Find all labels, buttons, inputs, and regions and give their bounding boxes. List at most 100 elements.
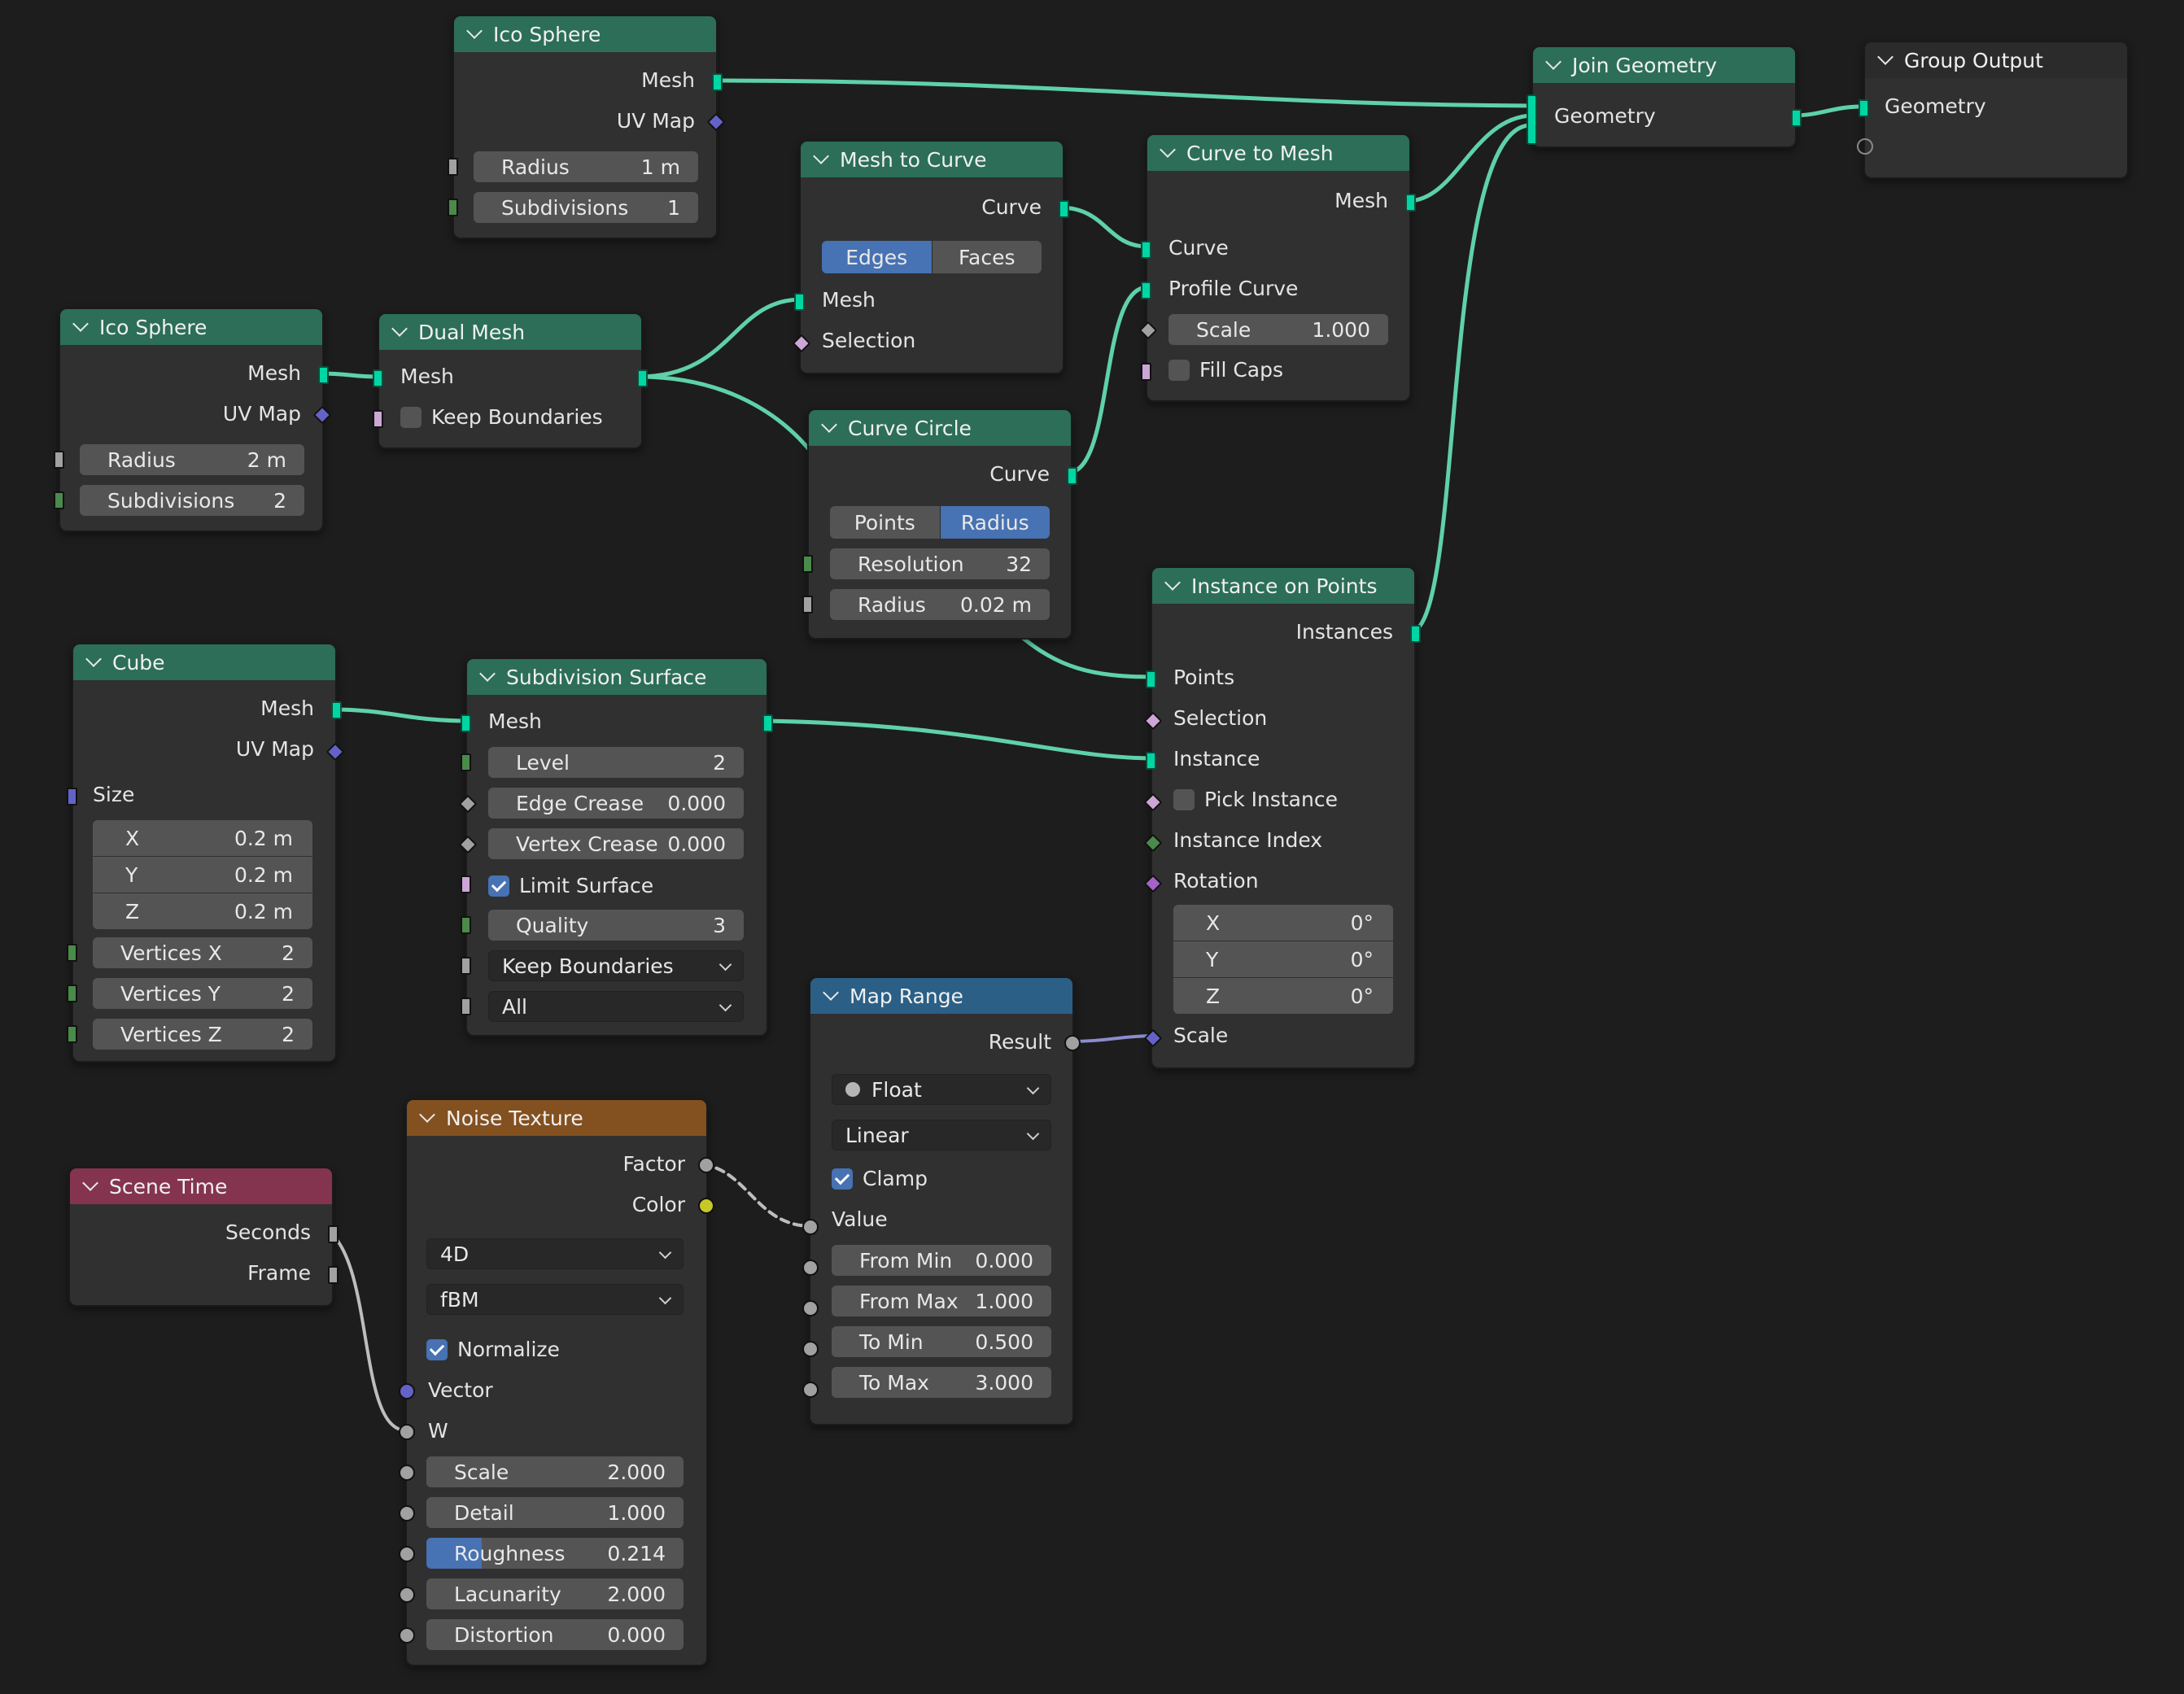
ico-sphere-left-header[interactable]: Ico Sphere xyxy=(60,309,322,345)
vertices-y-field[interactable]: Vertices Y2 xyxy=(93,978,312,1009)
edge-crease-field[interactable]: Edge Crease 0.000 xyxy=(488,788,744,819)
collapse-chevron-icon[interactable] xyxy=(1877,49,1894,65)
instance-on-points-node[interactable]: Instance on Points Instances Points Sele… xyxy=(1143,566,1421,1069)
group-output-header[interactable]: Group Output xyxy=(1865,42,2127,78)
subdivisions-field[interactable]: Subdivisions 2 xyxy=(80,485,304,516)
dual-mesh-output-socket[interactable] xyxy=(637,369,648,387)
pick-instance-checkbox[interactable] xyxy=(1173,789,1195,810)
radius-input-socket[interactable] xyxy=(802,596,813,613)
noise-texture-node[interactable]: Noise Texture Factor Color 4D fBM Normal… xyxy=(399,1098,714,1666)
radius-field[interactable]: Radius 1 m xyxy=(474,151,698,182)
rotation-z-field[interactable]: Z 0° xyxy=(1173,978,1393,1014)
to-max-input-socket[interactable] xyxy=(802,1382,819,1398)
instance-input-socket[interactable] xyxy=(1146,752,1156,770)
points-input-socket[interactable] xyxy=(1146,670,1156,688)
uv-map-output-socket[interactable] xyxy=(325,742,345,762)
link-dual-to-mesh-to-curve[interactable] xyxy=(636,297,804,379)
collapse-chevron-icon[interactable] xyxy=(479,666,496,682)
subdivisions-input-socket[interactable] xyxy=(448,199,458,216)
join-geometry-node[interactable]: Join Geometry Geometry xyxy=(1527,46,1802,148)
link-curve-circle-to-profile[interactable] xyxy=(1065,285,1150,475)
size-x-field[interactable]: X 0.2 m xyxy=(93,820,312,856)
edges-toggle[interactable]: Edges xyxy=(822,241,932,273)
to-min-field[interactable]: To Min 0.500 xyxy=(832,1326,1051,1357)
ico-sphere-node-top[interactable]: Ico Sphere Mesh UV Map Radius 1 m Subdivi… xyxy=(448,15,726,239)
resolution-input-socket[interactable] xyxy=(802,555,813,573)
detail-input-socket[interactable] xyxy=(399,1505,415,1522)
subdivisions-input-socket[interactable] xyxy=(54,491,64,509)
link-instances-to-join[interactable] xyxy=(1410,123,1534,634)
join-geometry-header[interactable]: Join Geometry xyxy=(1533,47,1795,83)
collapse-chevron-icon[interactable] xyxy=(391,321,408,337)
mesh-input-socket[interactable] xyxy=(794,293,805,311)
curve-output-socket[interactable] xyxy=(1067,467,1077,485)
ico-sphere-node-left[interactable]: Ico Sphere Mesh UV Map Radius 2 m Subdivi… xyxy=(54,308,332,532)
link-map-range-to-scale[interactable] xyxy=(1068,1034,1155,1043)
instance-index-input-socket[interactable] xyxy=(1143,833,1163,853)
keep-boundaries-input-socket[interactable] xyxy=(373,410,383,428)
interpolation-dropdown[interactable]: Linear xyxy=(832,1120,1051,1150)
vertices-z-input-socket[interactable] xyxy=(67,1025,77,1043)
vertex-crease-field[interactable]: Vertex Crease 0.000 xyxy=(488,828,744,859)
vertices-x-input-socket[interactable] xyxy=(67,944,77,962)
vector-input-socket[interactable] xyxy=(399,1383,415,1399)
mesh-to-curve-header[interactable]: Mesh to Curve xyxy=(801,142,1063,177)
data-type-dropdown[interactable]: Float xyxy=(832,1074,1051,1105)
collapse-chevron-icon[interactable] xyxy=(72,316,89,332)
radius-field[interactable]: Radius 0.02 m xyxy=(830,589,1050,620)
roughness-slider[interactable]: Roughness 0.214 xyxy=(426,1538,684,1569)
curve-circle-node[interactable]: Curve Circle Curve Points Radius Resolut… xyxy=(802,408,1077,640)
collapse-chevron-icon[interactable] xyxy=(1160,142,1176,158)
scale-field[interactable]: Scale 2.000 xyxy=(426,1456,684,1487)
instances-output-socket[interactable] xyxy=(1410,625,1421,643)
detail-field[interactable]: Detail 1.000 xyxy=(426,1497,684,1528)
value-input-socket[interactable] xyxy=(802,1219,819,1235)
clamp-checkbox[interactable] xyxy=(832,1168,853,1190)
size-input-socket[interactable] xyxy=(67,788,77,806)
link-mesh-to-curve-to-curve-to-mesh[interactable] xyxy=(1057,205,1150,249)
collapse-chevron-icon[interactable] xyxy=(821,417,837,433)
radius-toggle[interactable]: Radius xyxy=(939,506,1050,539)
scale-input-socket[interactable] xyxy=(399,1465,415,1481)
mesh-output-socket[interactable] xyxy=(331,701,342,719)
uv-map-output-socket[interactable] xyxy=(312,405,332,425)
mesh-output-socket[interactable] xyxy=(712,73,723,91)
level-input-socket[interactable] xyxy=(461,753,471,771)
collapse-chevron-icon[interactable] xyxy=(823,985,839,1001)
vertices-y-input-socket[interactable] xyxy=(67,985,77,1002)
to-max-field[interactable]: To Max 3.000 xyxy=(832,1367,1051,1398)
curve-to-mesh-node[interactable]: Curve to Mesh Mesh Curve Profile Curve S… xyxy=(1138,133,1416,402)
size-z-field[interactable]: Z 0.2 m xyxy=(93,893,312,929)
collapse-chevron-icon[interactable] xyxy=(419,1107,435,1123)
resolution-field[interactable]: Resolution 32 xyxy=(830,548,1050,579)
size-y-field[interactable]: Y 0.2 m xyxy=(93,857,312,893)
collapse-chevron-icon[interactable] xyxy=(466,23,483,39)
link-subsurf-to-instance[interactable] xyxy=(761,718,1156,761)
mesh-output-socket[interactable] xyxy=(1405,194,1416,212)
roughness-input-socket[interactable] xyxy=(399,1546,415,1562)
collapse-chevron-icon[interactable] xyxy=(85,651,102,667)
distortion-field[interactable]: Distortion 0.000 xyxy=(426,1619,684,1650)
selection-input-socket[interactable] xyxy=(1143,711,1163,731)
subdivision-surface-node[interactable]: Subdivision Surface Mesh Level 2 Edge Cre… xyxy=(458,657,773,1037)
w-input-socket[interactable] xyxy=(399,1424,415,1440)
cube-header[interactable]: Cube xyxy=(73,644,335,680)
group-output-node[interactable]: Group Output Geometry xyxy=(1857,41,2129,179)
map-range-node[interactable]: Map Range Result Float Linear Clamp Valu… xyxy=(802,976,1081,1425)
instance-on-points-header[interactable]: Instance on Points xyxy=(1152,568,1414,604)
mesh-input-socket[interactable] xyxy=(461,714,471,732)
link-seconds-to-w[interactable] xyxy=(328,1230,408,1432)
dimensions-dropdown[interactable]: 4D xyxy=(426,1238,684,1269)
collapse-chevron-icon[interactable] xyxy=(1164,574,1181,591)
collapse-chevron-icon[interactable] xyxy=(1545,54,1562,70)
mesh-output-socket[interactable] xyxy=(318,366,329,384)
link-dual-to-curve-circle[interactable] xyxy=(636,374,811,452)
curve-output-socket[interactable] xyxy=(1059,200,1069,218)
radius-input-socket[interactable] xyxy=(54,451,64,469)
radius-field[interactable]: Radius 2 m xyxy=(80,444,304,475)
noise-type-dropdown[interactable]: fBM xyxy=(426,1284,684,1315)
empty-input-socket[interactable] xyxy=(1857,138,1873,155)
level-field[interactable]: Level 2 xyxy=(488,747,744,778)
fill-caps-input-socket[interactable] xyxy=(1141,363,1151,381)
from-min-input-socket[interactable] xyxy=(802,1260,819,1276)
